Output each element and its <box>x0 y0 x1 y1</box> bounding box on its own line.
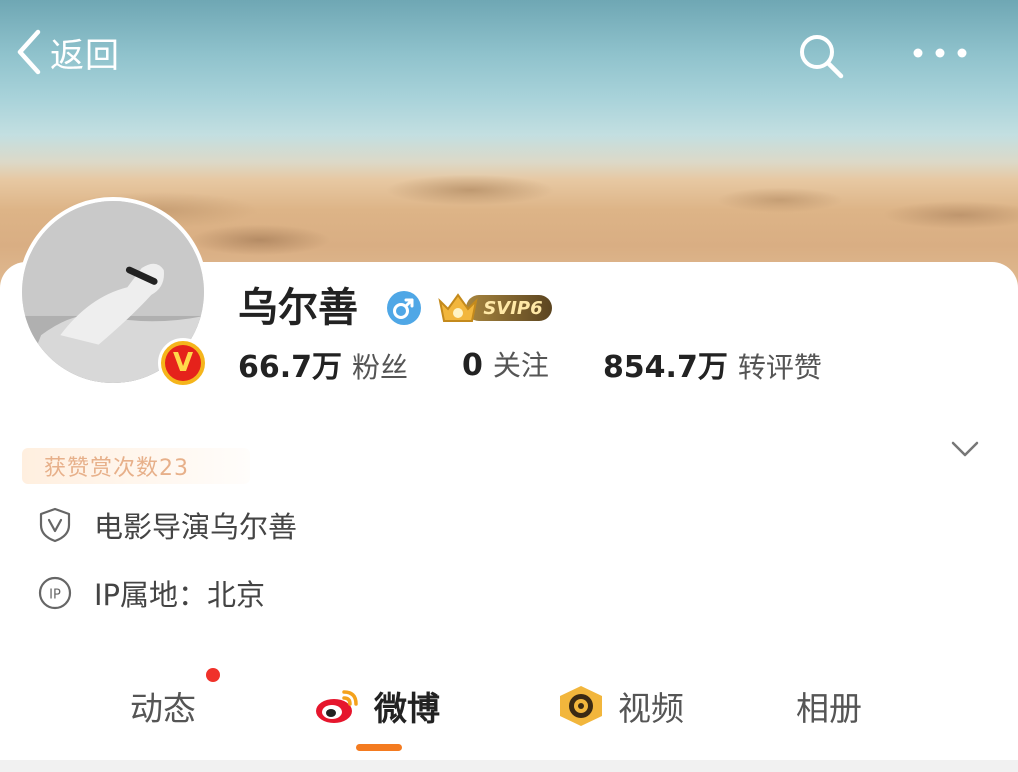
tab-shipin[interactable]: 视频 <box>556 676 684 736</box>
ip-location-row: IP IP属地：北京 <box>38 572 265 614</box>
search-icon[interactable] <box>795 30 847 82</box>
section-divider <box>0 760 1018 772</box>
back-button[interactable]: 返回 <box>14 26 120 78</box>
reward-count-tag[interactable]: 获赞赏次数23 <box>22 448 250 484</box>
tab-xiangce[interactable]: 相册 <box>796 676 862 736</box>
tab-dongtai-label: 动态 <box>130 689 196 728</box>
profile-stats: 66.7万 粉丝 0 关注 854.7万 转评赞 <box>238 342 876 386</box>
svg-text:IP: IP <box>49 588 61 603</box>
fans-label: 粉丝 <box>352 351 409 384</box>
more-icon[interactable] <box>910 38 970 68</box>
active-tab-indicator <box>356 744 402 751</box>
following-stat[interactable]: 0 关注 <box>462 344 549 384</box>
tab-weibo-label: 微博 <box>374 689 440 728</box>
crown-icon <box>438 293 478 322</box>
ip-location-text: IP属地：北京 <box>94 578 266 612</box>
tab-xiangce-label: 相册 <box>796 689 862 728</box>
chevron-left-icon <box>17 29 41 75</box>
notification-dot <box>206 668 220 682</box>
shield-v-icon <box>39 507 71 543</box>
fans-stat[interactable]: 66.7万 粉丝 <box>238 342 408 386</box>
tab-dongtai[interactable]: 动态 <box>130 668 220 736</box>
fans-count: 66.7万 <box>238 350 343 385</box>
weibo-logo-icon <box>316 690 358 723</box>
following-label: 关注 <box>492 349 549 382</box>
ip-icon: IP <box>38 576 72 610</box>
chevron-down-icon[interactable] <box>950 438 980 460</box>
tab-weibo[interactable]: 微博 <box>314 676 440 736</box>
following-count: 0 <box>462 348 483 383</box>
profile-name: 乌尔善 <box>238 285 358 331</box>
video-icon <box>560 686 602 726</box>
certification-row: 电影导演乌尔善 <box>38 504 297 546</box>
verified-v-icon: V <box>158 338 208 388</box>
likes-label: 转评赞 <box>737 351 822 384</box>
back-label: 返回 <box>50 35 120 76</box>
tab-shipin-label: 视频 <box>618 689 684 728</box>
likes-count: 854.7万 <box>602 350 728 385</box>
male-icon <box>387 291 421 325</box>
certification-text: 电影导演乌尔善 <box>94 510 298 544</box>
svip-badge[interactable]: SVIP6 <box>436 291 554 325</box>
profile-tabs: 动态 微博 视频 相册 <box>0 668 1018 736</box>
likes-stat[interactable]: 854.7万 转评赞 <box>603 342 822 386</box>
